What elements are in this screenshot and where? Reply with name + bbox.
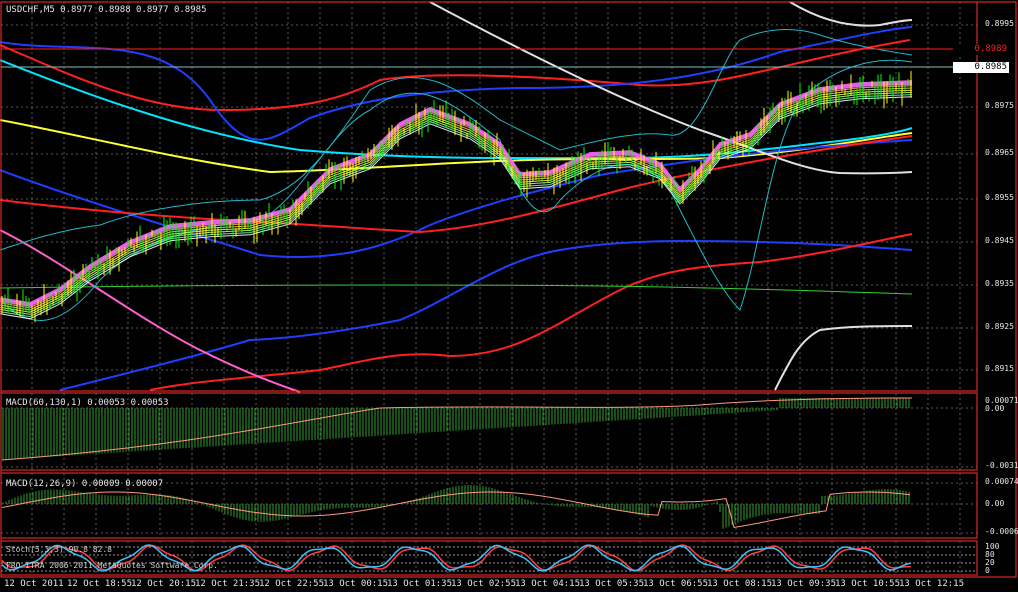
time-axis-label: 13 Oct 06:55 xyxy=(643,579,709,589)
ma-ribbon-line xyxy=(0,91,913,315)
price-axis-label: 0.8935 xyxy=(985,279,1014,288)
macd1-axis-label: -0.00311 xyxy=(985,461,1018,470)
line-price-tag: 0.8989 xyxy=(953,44,1009,55)
price-axis-label: 0.8975 xyxy=(985,101,1014,110)
macd2-axis-label: 0.00 xyxy=(985,499,1005,508)
price-axis-label: 0.8995 xyxy=(985,19,1014,28)
indicator-line xyxy=(774,325,913,391)
time-axis-label: 12 Oct 20:15 xyxy=(131,579,197,589)
indicator-line xyxy=(0,39,911,112)
time-axis-label: 13 Oct 05:35 xyxy=(579,579,645,589)
time-axis-label: 12 Oct 22:55 xyxy=(259,579,325,589)
time-axis-label: 13 Oct 12:15 xyxy=(899,579,965,589)
stoch-copyright: FRO ITRA 2006-2011 MetaQuotes Software C… xyxy=(6,561,218,570)
ma-ribbon-line xyxy=(0,94,913,318)
price-axis-label: 0.8915 xyxy=(985,364,1014,373)
time-axis-label: 12 Oct 2011 xyxy=(4,579,64,589)
macd2-title: MACD(12,26,9) 0.00009 0.00007 xyxy=(6,479,164,489)
current-price-tag: 0.8985 xyxy=(953,62,1009,73)
indicator-line xyxy=(59,239,913,391)
macd2-axis-label: 0.00074 xyxy=(985,477,1018,486)
time-axis-label: 13 Oct 10:55 xyxy=(835,579,901,589)
macd1-axis-label: 0.00 xyxy=(985,404,1005,413)
time-axis-label: 13 Oct 01:35 xyxy=(387,579,453,589)
time-axis-label: 13 Oct 02:55 xyxy=(451,579,517,589)
time-axis-label: 13 Oct 09:35 xyxy=(771,579,837,589)
macd2-axis-label: -0.00067 xyxy=(985,527,1018,536)
macd2-histogram xyxy=(1,485,911,529)
price-axis-label: 0.8925 xyxy=(985,322,1014,331)
chart-canvas[interactable] xyxy=(0,0,1018,592)
main-chart-title: USDCHF,M5 0.8977 0.8988 0.8977 0.8985 xyxy=(6,5,207,15)
stoch-title: Stoch(5,3,3) 90.8 82.8 xyxy=(6,545,112,554)
time-axis-label: 13 Oct 08:15 xyxy=(707,579,773,589)
time-axis-label: 13 Oct 04:15 xyxy=(515,579,581,589)
indicator-line xyxy=(0,59,913,321)
stoch-axis-label: 0 xyxy=(985,566,990,575)
main-indicator-lines xyxy=(0,1,913,393)
time-axis-label: 12 Oct 21:35 xyxy=(195,579,261,589)
price-axis-label: 0.8965 xyxy=(985,148,1014,157)
macd1-title: MACD(60,130,1) 0.00053 0.00053 xyxy=(6,398,169,408)
indicator-line xyxy=(789,1,913,27)
price-axis-label: 0.8945 xyxy=(985,236,1014,245)
time-axis-label: 13 Oct 00:15 xyxy=(323,579,389,589)
pane-border xyxy=(0,1,978,392)
price-axis-label: 0.8955 xyxy=(985,193,1014,202)
time-axis-label: 12 Oct 18:55 xyxy=(67,579,133,589)
